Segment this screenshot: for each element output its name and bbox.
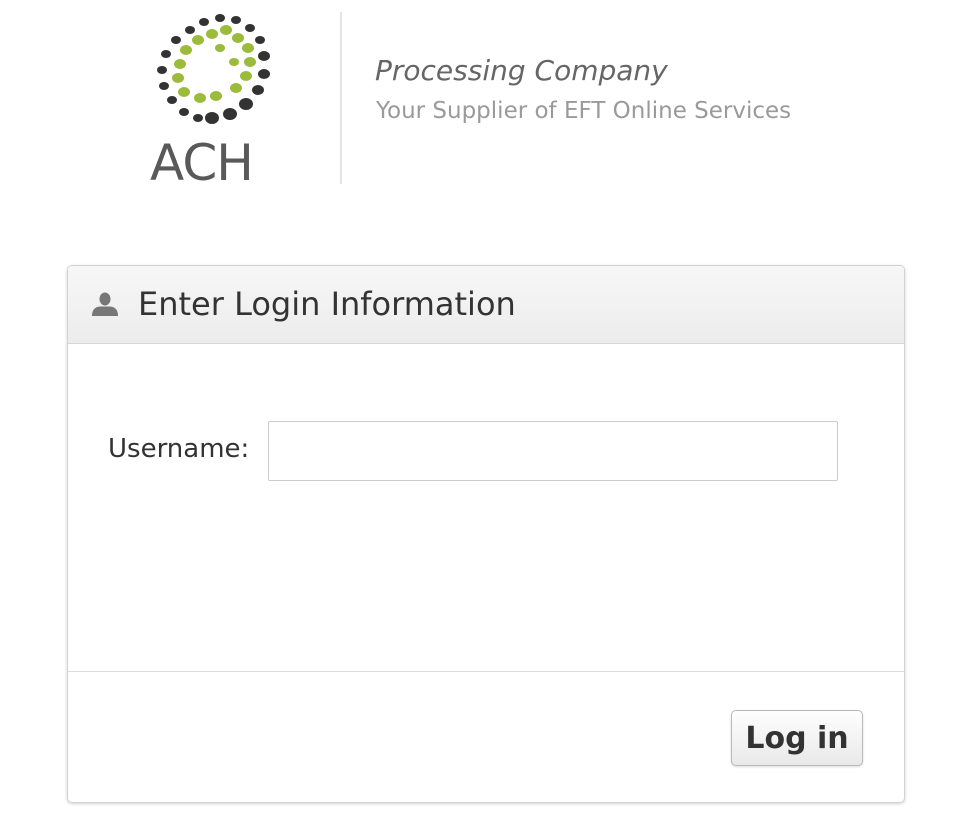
logo-dots-icon	[157, 14, 270, 124]
login-panel: Enter Login Information Username: Log in	[67, 265, 905, 803]
panel-footer-divider	[68, 671, 904, 672]
company-tagline: Your Supplier of EFT Online Services	[376, 98, 792, 124]
logo-wordmark: ACH	[150, 134, 254, 192]
company-name: Processing Company	[375, 54, 668, 87]
page-header: ACH Processing Company Your Supplier of …	[0, 0, 964, 210]
login-button[interactable]: Log in	[731, 710, 863, 766]
user-icon	[92, 292, 118, 316]
logo-green-dots	[172, 25, 256, 103]
login-panel-heading: Enter Login Information	[68, 266, 904, 344]
username-input[interactable]	[268, 421, 838, 481]
login-panel-title: Enter Login Information	[138, 285, 516, 323]
header-divider	[340, 12, 342, 184]
username-label: Username:	[108, 434, 250, 464]
